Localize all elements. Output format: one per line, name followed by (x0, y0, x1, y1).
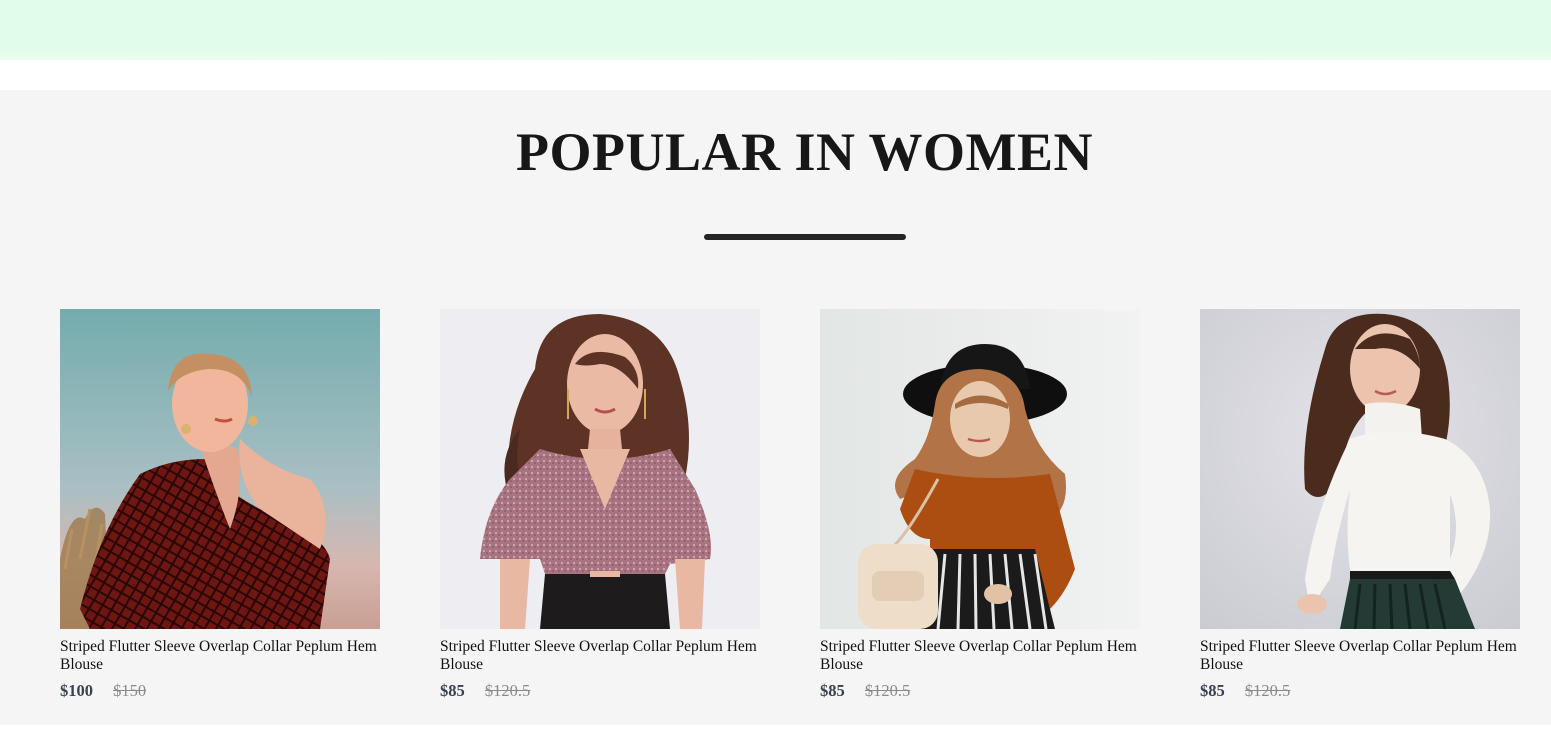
old-price: $120.5 (1244, 681, 1291, 700)
price-row: $85 $120.5 (1200, 681, 1290, 701)
product-card[interactable]: Striped Flutter Sleeve Overlap Collar Pe… (820, 309, 1160, 729)
popular-in-women-section: POPULAR IN WOMEN Striped Flutter Sleeve … (0, 90, 1551, 725)
product-image[interactable] (60, 309, 380, 629)
product-name[interactable]: Striped Flutter Sleeve Overlap Collar Pe… (820, 638, 1160, 674)
product-card[interactable]: Striped Flutter Sleeve Overlap Collar Pe… (60, 309, 400, 729)
old-price: $120.5 (864, 681, 911, 700)
product-photo-mauve-crop-top (440, 309, 760, 629)
old-price: $150 (113, 681, 147, 700)
new-price: $100 (60, 681, 93, 700)
section-spacer (0, 60, 1551, 90)
new-price: $85 (820, 681, 845, 700)
new-price: $85 (1200, 681, 1225, 700)
product-card[interactable]: Striped Flutter Sleeve Overlap Collar Pe… (1200, 309, 1540, 729)
product-card[interactable]: Striped Flutter Sleeve Overlap Collar Pe… (440, 309, 780, 729)
product-name[interactable]: Striped Flutter Sleeve Overlap Collar Pe… (440, 638, 780, 674)
price-row: $100 $150 (60, 681, 146, 701)
price-row: $85 $120.5 (440, 681, 530, 701)
title-underline (704, 234, 906, 240)
top-banner (0, 0, 1551, 60)
section-title: POPULAR IN WOMEN (515, 122, 1093, 182)
product-image[interactable] (440, 309, 760, 629)
new-price: $85 (440, 681, 465, 700)
old-price: $120.5 (484, 681, 531, 700)
product-photo-hijab-hat (820, 309, 1140, 629)
product-image[interactable] (1200, 309, 1520, 629)
product-name[interactable]: Striped Flutter Sleeve Overlap Collar Pe… (1200, 638, 1540, 674)
product-image[interactable] (820, 309, 1140, 629)
product-name[interactable]: Striped Flutter Sleeve Overlap Collar Pe… (60, 638, 400, 674)
product-photo-red-checked-top (60, 309, 380, 629)
product-photo-white-turtleneck (1200, 309, 1520, 629)
price-row: $85 $120.5 (820, 681, 910, 701)
